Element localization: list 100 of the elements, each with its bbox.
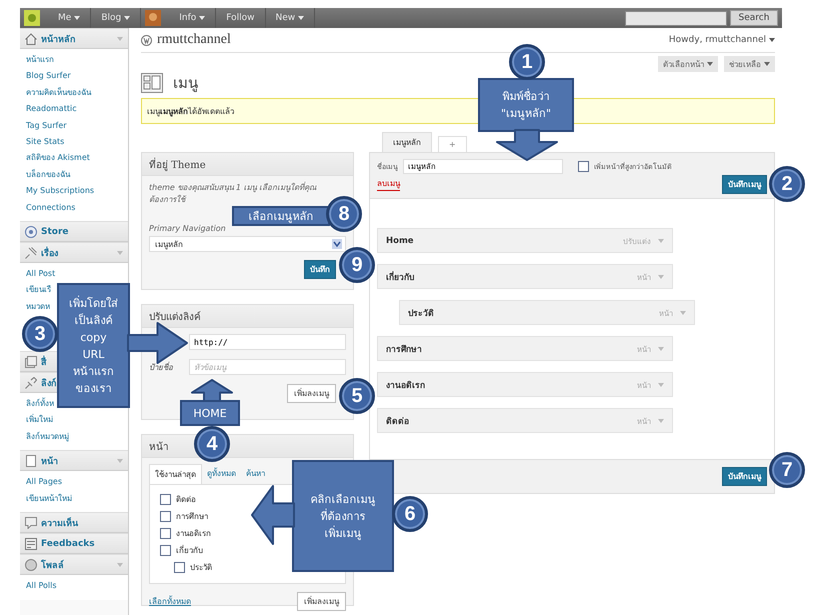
chevron-down-icon (332, 239, 342, 249)
screen-tab[interactable]: ช่วยเหลือ (724, 56, 775, 72)
sidebar-item[interactable]: ลิงก์หมวดหมู่ (26, 428, 69, 446)
sidebar-item[interactable]: All Pages (26, 474, 62, 491)
panel-title: ที่อยู่ Theme (149, 156, 206, 172)
menu-item-label: การศึกษา (386, 344, 423, 356)
sidebar-item[interactable]: Site Stats (26, 134, 64, 150)
sidebar-section-header[interactable]: ความเห็น (20, 512, 128, 534)
search-button[interactable]: Search (730, 10, 778, 26)
sidebar-item[interactable]: Tag Surfer (26, 118, 67, 134)
sidebar-item[interactable]: My Subscriptions (26, 183, 94, 200)
sidebar-item[interactable]: Connections (26, 200, 76, 216)
sidebar-item[interactable]: ความคิดเห็นของฉัน (26, 84, 91, 102)
sidebar-section-header[interactable]: โพลล์ (20, 554, 128, 576)
field-label: ป้ายชื่อ (149, 360, 174, 374)
search-field[interactable] (625, 10, 727, 26)
image-icon (25, 356, 37, 368)
sidebar-section-header[interactable]: Store (20, 221, 128, 242)
caret-icon (117, 562, 123, 567)
page-option-label: ประวัติ (190, 562, 212, 574)
gear-icon (25, 226, 37, 238)
admin-bar-item[interactable]: New (266, 8, 316, 28)
sidebar-item[interactable]: Blog Surfer (26, 68, 71, 85)
admin-bar-item[interactable]: Info (169, 8, 216, 28)
caret-icon (769, 38, 775, 42)
sidebar-section-header[interactable]: Feedbacks (20, 533, 128, 554)
step-number-badge: 7 (769, 452, 805, 488)
admin-bar-item[interactable]: Follow (216, 8, 266, 28)
house-icon (25, 32, 37, 44)
callout-text: คลิกเลือกเมนู ที่ต้องการ เพิ่มเมนู (310, 492, 376, 542)
checkbox[interactable] (160, 511, 171, 522)
sidebar-item[interactable]: ลิงก์ทั้งห (26, 396, 54, 412)
caret-icon (124, 16, 130, 20)
caret-icon (658, 346, 664, 350)
callout-text: HOME (193, 406, 227, 422)
caret-icon (298, 16, 304, 20)
step-number-badge: 2 (769, 166, 805, 202)
page-option-label: งานอดิเรก (176, 528, 211, 540)
delete-menu-link[interactable]: ลบเมนู (377, 177, 400, 191)
menu-tab[interactable]: เมนูหลัก (382, 132, 432, 152)
tab[interactable]: ใช้งานล่าสุด (149, 464, 202, 484)
sidebar-item[interactable]: All Post (26, 266, 56, 282)
caret-icon (658, 238, 664, 242)
page-icon (25, 454, 37, 467)
tab[interactable]: ค้นหา (241, 464, 270, 484)
save-menu-button[interactable]: บันทึกเมนู (722, 174, 767, 194)
tab[interactable]: ดูทั้งหมด (202, 464, 241, 484)
step-number-badge: 1 (509, 44, 545, 80)
speech-bubble-icon (25, 516, 37, 529)
menu-page-icon (141, 73, 163, 93)
location-label: Primary Navigation (149, 224, 226, 233)
sidebar-item[interactable]: หน้าแรก (26, 52, 54, 68)
checkbox[interactable] (174, 562, 185, 573)
save-button[interactable]: บันทึก (304, 260, 336, 279)
page-option-label: ติดต่อ (176, 494, 196, 506)
caret-icon (117, 458, 123, 463)
document-icon (25, 538, 37, 550)
url-field[interactable]: http:// (189, 334, 346, 350)
panel-title: ปรับแต่งลิงค์ (149, 310, 201, 324)
checkbox[interactable] (160, 545, 171, 556)
sidebar-item[interactable]: เพิ่มใหม่ (26, 412, 53, 429)
label-field[interactable]: หัวข้อเมนู (189, 359, 346, 375)
add-to-menu-button[interactable]: เพิ่มลงเมนู (297, 592, 346, 611)
checkbox[interactable] (160, 528, 171, 539)
pin-icon (25, 246, 37, 259)
caret-icon (74, 16, 80, 20)
sidebar-item[interactable]: เขียนหน้าใหม่ (26, 490, 72, 508)
sidebar-item[interactable]: บล็อกของฉัน (26, 166, 70, 184)
sidebar-section-header[interactable]: หน้าหลัก (20, 28, 128, 49)
sidebar-item[interactable]: Readomattic (26, 101, 77, 118)
site-title: rmuttchannel (157, 32, 231, 48)
panel-title: หน้า (149, 440, 169, 454)
menu-tab[interactable]: + (438, 136, 467, 152)
save-menu-button[interactable]: บันทึกเมนู (722, 467, 767, 486)
page-option-label: การศึกษา (176, 511, 208, 523)
checkbox[interactable] (578, 160, 589, 172)
add-to-menu-button[interactable]: เพิ่มลงเมนู (287, 384, 336, 403)
sidebar-item[interactable]: หมวดห (26, 298, 50, 316)
menu-select[interactable]: เมนูหลัก (149, 236, 346, 252)
greeting-link[interactable]: Howdy, rmuttchannel (668, 35, 775, 45)
select-all-link[interactable]: เลือกทั้งหมด (149, 595, 191, 608)
caret-icon (707, 62, 713, 66)
sidebar-section-header[interactable]: หน้า (20, 450, 128, 472)
caret-icon (764, 62, 770, 66)
screen-tab[interactable]: ตัวเลือกหน้า (658, 56, 718, 72)
caret-icon (680, 310, 686, 314)
page-title: เมนู (173, 73, 198, 94)
caret-icon (658, 418, 664, 422)
sidebar-item[interactable]: สถิติของ Akismet (26, 150, 90, 167)
caret-icon (658, 274, 664, 278)
sidebar-item[interactable]: All Polls (26, 578, 57, 594)
caret-icon (658, 382, 664, 386)
checkbox[interactable] (160, 494, 171, 505)
wordpress-logo-icon (141, 34, 152, 46)
sidebar-item[interactable]: เขียนเรื (26, 282, 51, 299)
step-number-badge: 4 (194, 426, 230, 462)
menu-item-label: ประวัติ (408, 308, 435, 320)
caret-icon (117, 250, 123, 255)
sidebar-section-header[interactable]: เรื่อง (20, 242, 128, 264)
caret-icon (117, 36, 123, 40)
